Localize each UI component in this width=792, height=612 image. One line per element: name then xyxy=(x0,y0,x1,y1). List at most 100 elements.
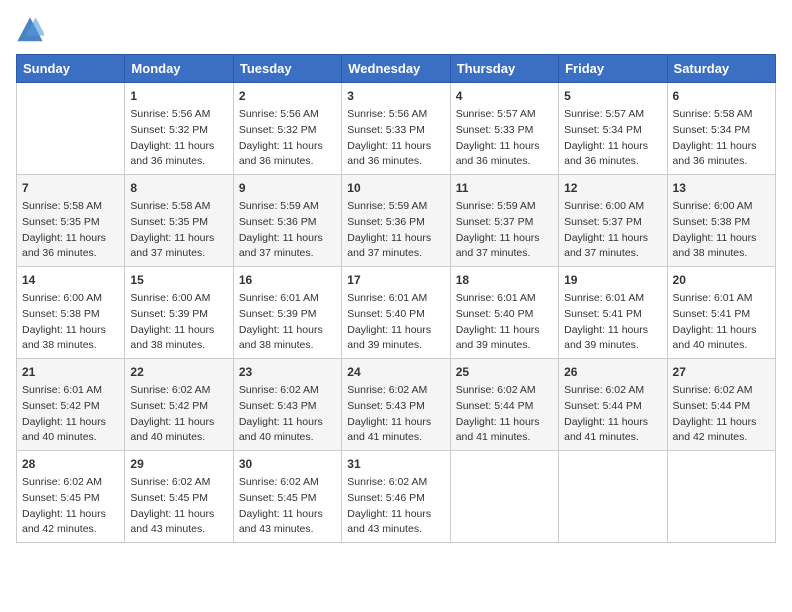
day-info: Sunrise: 5:58 AM Sunset: 5:35 PM Dayligh… xyxy=(130,199,227,262)
day-number: 19 xyxy=(564,271,661,289)
day-number: 1 xyxy=(130,87,227,105)
day-number: 10 xyxy=(347,179,444,197)
day-info: Sunrise: 6:02 AM Sunset: 5:44 PM Dayligh… xyxy=(456,383,553,446)
day-info: Sunrise: 5:56 AM Sunset: 5:32 PM Dayligh… xyxy=(239,107,336,170)
day-number: 18 xyxy=(456,271,553,289)
day-info: Sunrise: 6:01 AM Sunset: 5:42 PM Dayligh… xyxy=(22,383,119,446)
day-info: Sunrise: 5:57 AM Sunset: 5:33 PM Dayligh… xyxy=(456,107,553,170)
calendar-cell xyxy=(667,451,775,543)
calendar-cell: 22Sunrise: 6:02 AM Sunset: 5:42 PM Dayli… xyxy=(125,359,233,451)
day-number: 17 xyxy=(347,271,444,289)
day-header-thursday: Thursday xyxy=(450,55,558,83)
calendar-cell: 10 Sunrise: 5:59 AM Sunset: 5:36 PM Dayli… xyxy=(342,175,450,267)
calendar-cell: 15 Sunrise: 6:00 AM Sunset: 5:39 PM Dayli… xyxy=(125,267,233,359)
calendar-cell: 4 Sunrise: 5:57 AM Sunset: 5:33 PM Daylig… xyxy=(450,83,558,175)
day-info: Sunrise: 6:01 AM Sunset: 5:41 PM Dayligh… xyxy=(564,291,661,354)
day-info: Sunrise: 6:00 AM Sunset: 5:39 PM Dayligh… xyxy=(130,291,227,354)
day-header-saturday: Saturday xyxy=(667,55,775,83)
day-number: 24 xyxy=(347,363,444,381)
day-info: Sunrise: 5:56 AM Sunset: 5:32 PM Dayligh… xyxy=(130,107,227,170)
calendar-cell: 31 Sunrise: 6:02 AM Sunset: 5:46 PM Dayli… xyxy=(342,451,450,543)
calendar-cell: 24 Sunrise: 6:02 AM Sunset: 5:43 PM Dayli… xyxy=(342,359,450,451)
day-info: Sunrise: 6:00 AM Sunset: 5:38 PM Dayligh… xyxy=(22,291,119,354)
day-header-friday: Friday xyxy=(559,55,667,83)
calendar-cell: 23 Sunrise: 6:02 AM Sunset: 5:43 PM Dayli… xyxy=(233,359,341,451)
day-info: Sunrise: 6:01 AM Sunset: 5:39 PM Dayligh… xyxy=(239,291,336,354)
calendar-table: SundayMondayTuesdayWednesdayThursdayFrid… xyxy=(16,54,776,543)
calendar-cell: 30 Sunrise: 6:02 AM Sunset: 5:45 PM Dayli… xyxy=(233,451,341,543)
calendar-week-row: 7 Sunrise: 5:58 AM Sunset: 5:35 PM Daylig… xyxy=(17,175,776,267)
day-number: 22 xyxy=(130,363,227,381)
calendar-cell: 6 Sunrise: 5:58 AM Sunset: 5:34 PM Daylig… xyxy=(667,83,775,175)
days-header-row: SundayMondayTuesdayWednesdayThursdayFrid… xyxy=(17,55,776,83)
day-number: 31 xyxy=(347,455,444,473)
calendar-cell: 26 Sunrise: 6:02 AM Sunset: 5:44 PM Dayli… xyxy=(559,359,667,451)
calendar-cell: 28 Sunrise: 6:02 AM Sunset: 5:45 PM Dayli… xyxy=(17,451,125,543)
day-number: 7 xyxy=(22,179,119,197)
day-number: 4 xyxy=(456,87,553,105)
day-info: Sunrise: 6:02 AM Sunset: 5:44 PM Dayligh… xyxy=(564,383,661,446)
calendar-cell xyxy=(17,83,125,175)
day-info: Sunrise: 5:59 AM Sunset: 5:37 PM Dayligh… xyxy=(456,199,553,262)
day-number: 13 xyxy=(673,179,770,197)
calendar-cell: 29Sunrise: 6:02 AM Sunset: 5:45 PM Dayli… xyxy=(125,451,233,543)
day-info: Sunrise: 6:02 AM Sunset: 5:45 PM Dayligh… xyxy=(22,475,119,538)
day-info: Sunrise: 5:59 AM Sunset: 5:36 PM Dayligh… xyxy=(347,199,444,262)
day-number: 21 xyxy=(22,363,119,381)
calendar-week-row: 14Sunrise: 6:00 AM Sunset: 5:38 PM Dayli… xyxy=(17,267,776,359)
day-info: Sunrise: 6:02 AM Sunset: 5:43 PM Dayligh… xyxy=(239,383,336,446)
day-number: 5 xyxy=(564,87,661,105)
day-number: 2 xyxy=(239,87,336,105)
day-info: Sunrise: 5:59 AM Sunset: 5:36 PM Dayligh… xyxy=(239,199,336,262)
calendar-cell: 9 Sunrise: 5:59 AM Sunset: 5:36 PM Daylig… xyxy=(233,175,341,267)
day-info: Sunrise: 6:00 AM Sunset: 5:37 PM Dayligh… xyxy=(564,199,661,262)
calendar-cell: 8 Sunrise: 5:58 AM Sunset: 5:35 PM Daylig… xyxy=(125,175,233,267)
day-info: Sunrise: 6:01 AM Sunset: 5:41 PM Dayligh… xyxy=(673,291,770,354)
calendar-cell: 11Sunrise: 5:59 AM Sunset: 5:37 PM Dayli… xyxy=(450,175,558,267)
calendar-cell: 7Sunrise: 5:58 AM Sunset: 5:35 PM Daylig… xyxy=(17,175,125,267)
calendar-cell: 18 Sunrise: 6:01 AM Sunset: 5:40 PM Dayli… xyxy=(450,267,558,359)
day-header-monday: Monday xyxy=(125,55,233,83)
day-info: Sunrise: 6:02 AM Sunset: 5:45 PM Dayligh… xyxy=(239,475,336,538)
calendar-cell: 17 Sunrise: 6:01 AM Sunset: 5:40 PM Dayli… xyxy=(342,267,450,359)
day-number: 29 xyxy=(130,455,227,473)
day-number: 8 xyxy=(130,179,227,197)
day-header-sunday: Sunday xyxy=(17,55,125,83)
day-number: 9 xyxy=(239,179,336,197)
calendar-cell: 27Sunrise: 6:02 AM Sunset: 5:44 PM Dayli… xyxy=(667,359,775,451)
calendar-cell: 3 Sunrise: 5:56 AM Sunset: 5:33 PM Daylig… xyxy=(342,83,450,175)
calendar-cell: 20 Sunrise: 6:01 AM Sunset: 5:41 PM Dayli… xyxy=(667,267,775,359)
day-number: 20 xyxy=(673,271,770,289)
calendar-cell: 5 Sunrise: 5:57 AM Sunset: 5:34 PM Daylig… xyxy=(559,83,667,175)
logo-icon xyxy=(16,16,44,44)
calendar-cell: 19 Sunrise: 6:01 AM Sunset: 5:41 PM Dayli… xyxy=(559,267,667,359)
day-number: 23 xyxy=(239,363,336,381)
page-header xyxy=(16,16,776,44)
day-info: Sunrise: 5:57 AM Sunset: 5:34 PM Dayligh… xyxy=(564,107,661,170)
day-number: 28 xyxy=(22,455,119,473)
calendar-week-row: 28 Sunrise: 6:02 AM Sunset: 5:45 PM Dayli… xyxy=(17,451,776,543)
calendar-cell: 12 Sunrise: 6:00 AM Sunset: 5:37 PM Dayli… xyxy=(559,175,667,267)
day-number: 26 xyxy=(564,363,661,381)
calendar-cell: 1 Sunrise: 5:56 AM Sunset: 5:32 PM Daylig… xyxy=(125,83,233,175)
day-info: Sunrise: 5:58 AM Sunset: 5:34 PM Dayligh… xyxy=(673,107,770,170)
calendar-cell: 13Sunrise: 6:00 AM Sunset: 5:38 PM Dayli… xyxy=(667,175,775,267)
day-info: Sunrise: 5:56 AM Sunset: 5:33 PM Dayligh… xyxy=(347,107,444,170)
day-number: 6 xyxy=(673,87,770,105)
day-number: 12 xyxy=(564,179,661,197)
day-number: 25 xyxy=(456,363,553,381)
day-info: Sunrise: 6:02 AM Sunset: 5:43 PM Dayligh… xyxy=(347,383,444,446)
day-info: Sunrise: 6:01 AM Sunset: 5:40 PM Dayligh… xyxy=(347,291,444,354)
calendar-cell: 25 Sunrise: 6:02 AM Sunset: 5:44 PM Dayli… xyxy=(450,359,558,451)
day-number: 27 xyxy=(673,363,770,381)
day-info: Sunrise: 6:01 AM Sunset: 5:40 PM Dayligh… xyxy=(456,291,553,354)
calendar-week-row: 1 Sunrise: 5:56 AM Sunset: 5:32 PM Daylig… xyxy=(17,83,776,175)
day-number: 3 xyxy=(347,87,444,105)
calendar-cell: 2 Sunrise: 5:56 AM Sunset: 5:32 PM Daylig… xyxy=(233,83,341,175)
calendar-cell xyxy=(559,451,667,543)
calendar-cell: 21 Sunrise: 6:01 AM Sunset: 5:42 PM Dayli… xyxy=(17,359,125,451)
calendar-week-row: 21 Sunrise: 6:01 AM Sunset: 5:42 PM Dayli… xyxy=(17,359,776,451)
day-info: Sunrise: 6:02 AM Sunset: 5:46 PM Dayligh… xyxy=(347,475,444,538)
day-number: 30 xyxy=(239,455,336,473)
day-number: 15 xyxy=(130,271,227,289)
